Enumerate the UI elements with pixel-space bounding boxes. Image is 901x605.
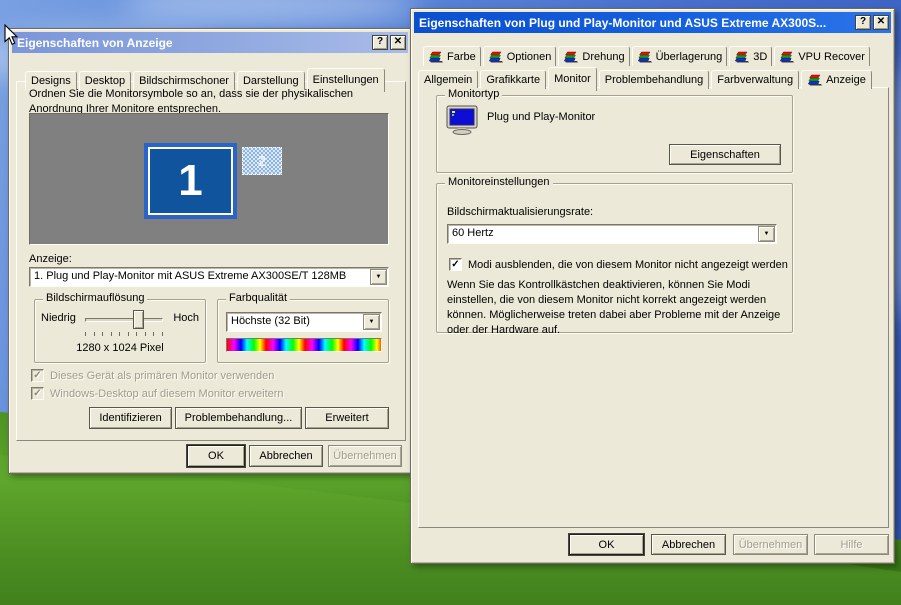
help-button-footer[interactable]: Hilfe — [814, 534, 889, 555]
resolution-slider-track[interactable] — [85, 318, 163, 322]
ati-icon — [488, 51, 504, 63]
display-combobox-value: 1. Plug und Play-Monitor mit ASUS Extrem… — [30, 268, 369, 286]
refresh-rate-value: 60 Hertz — [448, 225, 757, 243]
hide-modes-checkbox[interactable]: ✓ — [449, 258, 462, 271]
monitor-type-name: Plug und Play-Monitor — [487, 111, 595, 123]
extend-desktop-label: Windows-Desktop auf diesem Monitor erwei… — [50, 388, 284, 400]
chevron-down-icon[interactable]: ▼ — [758, 226, 775, 242]
monitor-2[interactable]: 2 — [242, 147, 282, 175]
ati-icon — [807, 74, 823, 86]
color-quality-group: Farbqualität Höchste (32 Bit) ▼ — [217, 299, 389, 363]
primary-monitor-label: Dieses Gerät als primären Monitor verwen… — [50, 370, 274, 382]
primary-monitor-checkbox-row: ✓ Dieses Gerät als primären Monitor verw… — [31, 369, 274, 382]
tab-grafikkarte[interactable]: Grafikkarte — [480, 70, 546, 89]
ati-icon — [428, 51, 444, 63]
hide-modes-checkbox-row: ✓ Modi ausblenden, die von diesem Monito… — [449, 258, 788, 271]
ati-icon — [563, 51, 579, 63]
resolution-slider-thumb[interactable] — [133, 310, 144, 329]
ati-icon — [637, 51, 653, 63]
hide-modes-label: Modi ausblenden, die von diesem Monitor … — [468, 259, 788, 271]
desktop-background: Eigenschaften von Anzeige ? ✕ Designs De… — [0, 0, 901, 605]
monitor-1[interactable]: 1 — [144, 143, 237, 219]
tab-3d[interactable]: 3D — [729, 46, 772, 66]
tab-vpu-recover[interactable]: VPU Recover — [774, 46, 870, 66]
monitor-preview-area: 1 2 — [29, 113, 389, 245]
display-properties-window: Eigenschaften von Anzeige ? ✕ Designs De… — [8, 28, 412, 474]
close-button[interactable]: ✕ — [390, 35, 406, 50]
monitor-settings-group: Monitoreinstellungen Bildschirmaktualisi… — [436, 183, 793, 333]
cancel-button[interactable]: Abbrechen — [249, 445, 323, 467]
crt-monitor-icon — [446, 105, 478, 135]
apply-button[interactable]: Übernehmen — [328, 445, 402, 467]
refresh-rate-combobox[interactable]: 60 Hertz ▼ — [447, 224, 777, 244]
display-combobox[interactable]: 1. Plug und Play-Monitor mit ASUS Extrem… — [29, 267, 389, 287]
ati-tab-strip-upper: Farbe Optionen Drehung Überlagerung 3D V… — [423, 45, 872, 66]
tab-farbe[interactable]: Farbe — [423, 46, 481, 66]
resolution-low-label: Niedrig — [41, 312, 76, 324]
color-quality-combobox[interactable]: Höchste (32 Bit) ▼ — [226, 312, 382, 332]
tab-anzeige[interactable]: Anzeige — [801, 70, 872, 89]
refresh-rate-label: Bildschirmaktualisierungsrate: — [447, 206, 593, 218]
color-depth-preview-bar — [226, 338, 382, 352]
monitor-settings-group-title: Monitoreinstellungen — [445, 176, 553, 188]
monitor-type-group-title: Monitortyp — [445, 88, 502, 100]
tab-drehung[interactable]: Drehung — [558, 46, 629, 66]
monitor-properties-button[interactable]: Eigenschaften — [669, 144, 781, 165]
tab-monitor[interactable]: Monitor — [548, 67, 597, 91]
close-button[interactable]: ✕ — [873, 15, 889, 30]
ok-button[interactable]: OK — [569, 534, 644, 555]
apply-button[interactable]: Übernehmen — [733, 534, 808, 555]
ok-button[interactable]: OK — [187, 445, 245, 467]
tab-optionen[interactable]: Optionen — [483, 46, 557, 66]
troubleshoot-button[interactable]: Problembehandlung... — [175, 407, 302, 429]
monitor-type-group: Monitortyp Plug und Play-Monitor Eigensc… — [436, 95, 793, 173]
chevron-down-icon[interactable]: ▼ — [370, 269, 387, 285]
extend-desktop-checkbox-row: ✓ Windows-Desktop auf diesem Monitor erw… — [31, 387, 284, 400]
resolution-value: 1280 x 1024 Pixel — [35, 342, 205, 354]
monitor-properties-titlebar[interactable]: Eigenschaften von Plug und Play-Monitor … — [414, 12, 891, 33]
tab-allgemein[interactable]: Allgemein — [418, 70, 478, 89]
help-button[interactable]: ? — [855, 15, 871, 30]
tab-ueberlagerung[interactable]: Überlagerung — [632, 46, 728, 66]
display-label: Anzeige: — [29, 253, 72, 265]
advanced-button[interactable]: Erweitert — [305, 407, 389, 429]
ati-icon — [779, 51, 795, 63]
tab-farbverwaltung[interactable]: Farbverwaltung — [711, 70, 799, 89]
slider-ticks — [85, 332, 163, 336]
mouse-cursor — [4, 24, 19, 46]
extend-desktop-checkbox[interactable]: ✓ — [31, 387, 44, 400]
ati-tab-strip-lower: Allgemein Grafikkarte Monitor Problembeh… — [418, 65, 874, 89]
chevron-down-icon[interactable]: ▼ — [363, 314, 380, 330]
cancel-button[interactable]: Abbrechen — [651, 534, 726, 555]
ati-icon — [734, 51, 750, 63]
display-properties-titlebar[interactable]: Eigenschaften von Anzeige ? ✕ — [12, 32, 408, 53]
tab-problembehandlung[interactable]: Problembehandlung — [599, 70, 709, 89]
color-quality-value: Höchste (32 Bit) — [227, 313, 362, 331]
color-quality-group-title: Farbqualität — [226, 292, 290, 304]
monitor-properties-window: Eigenschaften von Plug und Play-Monitor … — [410, 8, 895, 564]
identify-button[interactable]: Identifizieren — [89, 407, 172, 429]
primary-monitor-checkbox[interactable]: ✓ — [31, 369, 44, 382]
resolution-high-label: Hoch — [173, 312, 199, 324]
help-button[interactable]: ? — [372, 35, 388, 50]
window-title: Eigenschaften von Anzeige — [17, 36, 370, 50]
warning-text: Wenn Sie das Kontrollkästchen deaktivier… — [447, 278, 783, 338]
window-title: Eigenschaften von Plug und Play-Monitor … — [419, 16, 853, 30]
resolution-group: Bildschirmauflösung Niedrig Hoch 1280 x … — [34, 299, 206, 363]
resolution-group-title: Bildschirmauflösung — [43, 292, 147, 304]
